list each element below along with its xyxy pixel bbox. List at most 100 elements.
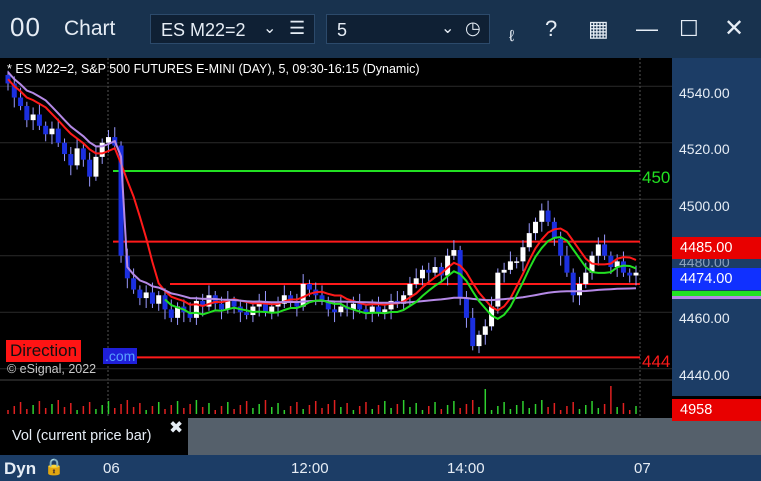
candle-body: [451, 250, 457, 256]
candle-body: [501, 269, 507, 273]
candle-body: [539, 210, 545, 222]
candle-body: [149, 292, 155, 304]
trend-line: [164, 235, 637, 321]
candle-body: [564, 255, 570, 273]
price-chart[interactable]: [0, 58, 672, 418]
candle-body: [357, 303, 363, 310]
candle-body: [244, 312, 250, 316]
chevron-down-icon[interactable]: ⌄: [263, 18, 276, 38]
chart-header: * ES M22=2, S&P 500 FUTURES E-MINI (DAY)…: [7, 62, 420, 76]
candle-body: [269, 306, 275, 313]
candle-body: [87, 159, 93, 177]
volume-axis: [672, 421, 761, 455]
list-icon[interactable]: ☰: [289, 18, 305, 39]
time-tick: 06: [103, 460, 120, 477]
chevron-down-icon[interactable]: ⌄: [441, 18, 454, 38]
direction-logo: Direction: [6, 340, 82, 362]
candle-body: [558, 238, 564, 256]
interval-selector[interactable]: 5 ⌄ ◷: [326, 14, 490, 44]
candle-body: [520, 247, 526, 262]
direction-logo-suffix: .com: [103, 348, 138, 364]
time-tick: 12:00: [291, 460, 329, 477]
candle-body: [231, 300, 237, 307]
red-level-price-tag: 4485.00: [672, 237, 761, 259]
interval-value: 5: [337, 20, 348, 40]
candle-body: [131, 278, 137, 290]
candle-body: [18, 97, 24, 107]
last-price-tag: 4474.00: [672, 268, 761, 290]
app-icon: 00: [10, 12, 41, 42]
clock-icon[interactable]: ◷: [465, 18, 481, 39]
candle-body: [93, 156, 99, 177]
window-title: Chart: [64, 17, 116, 40]
symbol-selector[interactable]: ES M22=2 ⌄ ☰: [150, 14, 315, 44]
lock-icon[interactable]: 🔒: [44, 457, 64, 477]
volume-pane-overlay: [188, 418, 672, 455]
close-icon[interactable]: ✖: [169, 418, 183, 438]
candle-body: [583, 272, 589, 284]
candle-body: [419, 269, 425, 279]
candle-body: [627, 272, 633, 276]
candle-body: [143, 292, 149, 299]
candle-body: [137, 289, 143, 299]
candle-body: [369, 306, 375, 313]
minimize-icon[interactable]: —: [636, 14, 658, 44]
red-line-label: 444: [642, 352, 671, 371]
help-icon[interactable]: ?: [545, 14, 557, 44]
candle-body: [482, 326, 488, 335]
candle-body: [219, 303, 225, 310]
vwap-line: [7, 71, 637, 304]
candle-body: [470, 317, 476, 347]
dynamic-mode-label[interactable]: Dyn: [4, 459, 36, 479]
volume-label: Vol (current price bar): [12, 428, 152, 444]
candle-body: [30, 114, 36, 121]
price-tick: 4500.00: [679, 198, 730, 214]
candle-body: [338, 306, 344, 313]
candle-body: [24, 106, 30, 121]
price-tick: 4520.00: [679, 141, 730, 157]
candle-body: [476, 334, 482, 347]
candle-body: [432, 267, 438, 273]
candle-body: [533, 221, 539, 234]
price-axis[interactable]: [672, 58, 761, 396]
candle-body: [595, 244, 601, 256]
candle-body: [463, 298, 469, 318]
candle-body: [62, 142, 68, 155]
candle-body: [168, 309, 174, 318]
candle-body: [407, 283, 413, 296]
candle-body: [633, 272, 639, 276]
candle-body: [105, 137, 111, 143]
candle-body: [68, 154, 74, 166]
candle-body: [507, 261, 513, 270]
candle-body: [74, 148, 80, 166]
candle-body: [426, 269, 432, 273]
maximize-icon[interactable]: ☐: [679, 14, 699, 44]
moving-average-line: [7, 78, 637, 312]
copyright-text: © eSignal, 2022: [7, 362, 97, 376]
candle-body: [602, 244, 608, 256]
symbol-value: ES M22=2: [161, 20, 246, 40]
candle-body: [495, 272, 501, 307]
candle-body: [55, 128, 61, 143]
close-icon[interactable]: ✕: [724, 14, 744, 44]
price-tick: 4460.00: [679, 310, 730, 326]
price-tick: 4540.00: [679, 85, 730, 101]
time-tick: 07: [634, 460, 651, 477]
candle-body: [332, 309, 338, 313]
candle-body: [514, 261, 520, 263]
candle-body: [413, 278, 419, 284]
volume-value-tag: 4958: [672, 399, 761, 421]
candle-body: [36, 114, 42, 126]
candle-body: [382, 309, 388, 313]
candle-body: [376, 306, 382, 313]
candle-body: [43, 125, 49, 135]
layout-icon[interactable]: ▦: [588, 14, 609, 44]
vwap-marker: [672, 296, 761, 299]
candle-body: [80, 148, 86, 160]
candle-body: [576, 283, 582, 296]
draw-icon[interactable]: ℓ: [509, 22, 514, 52]
candle-body: [49, 128, 55, 135]
candle-body: [526, 233, 532, 248]
candle-body: [156, 295, 162, 304]
candle-body: [545, 210, 551, 222]
